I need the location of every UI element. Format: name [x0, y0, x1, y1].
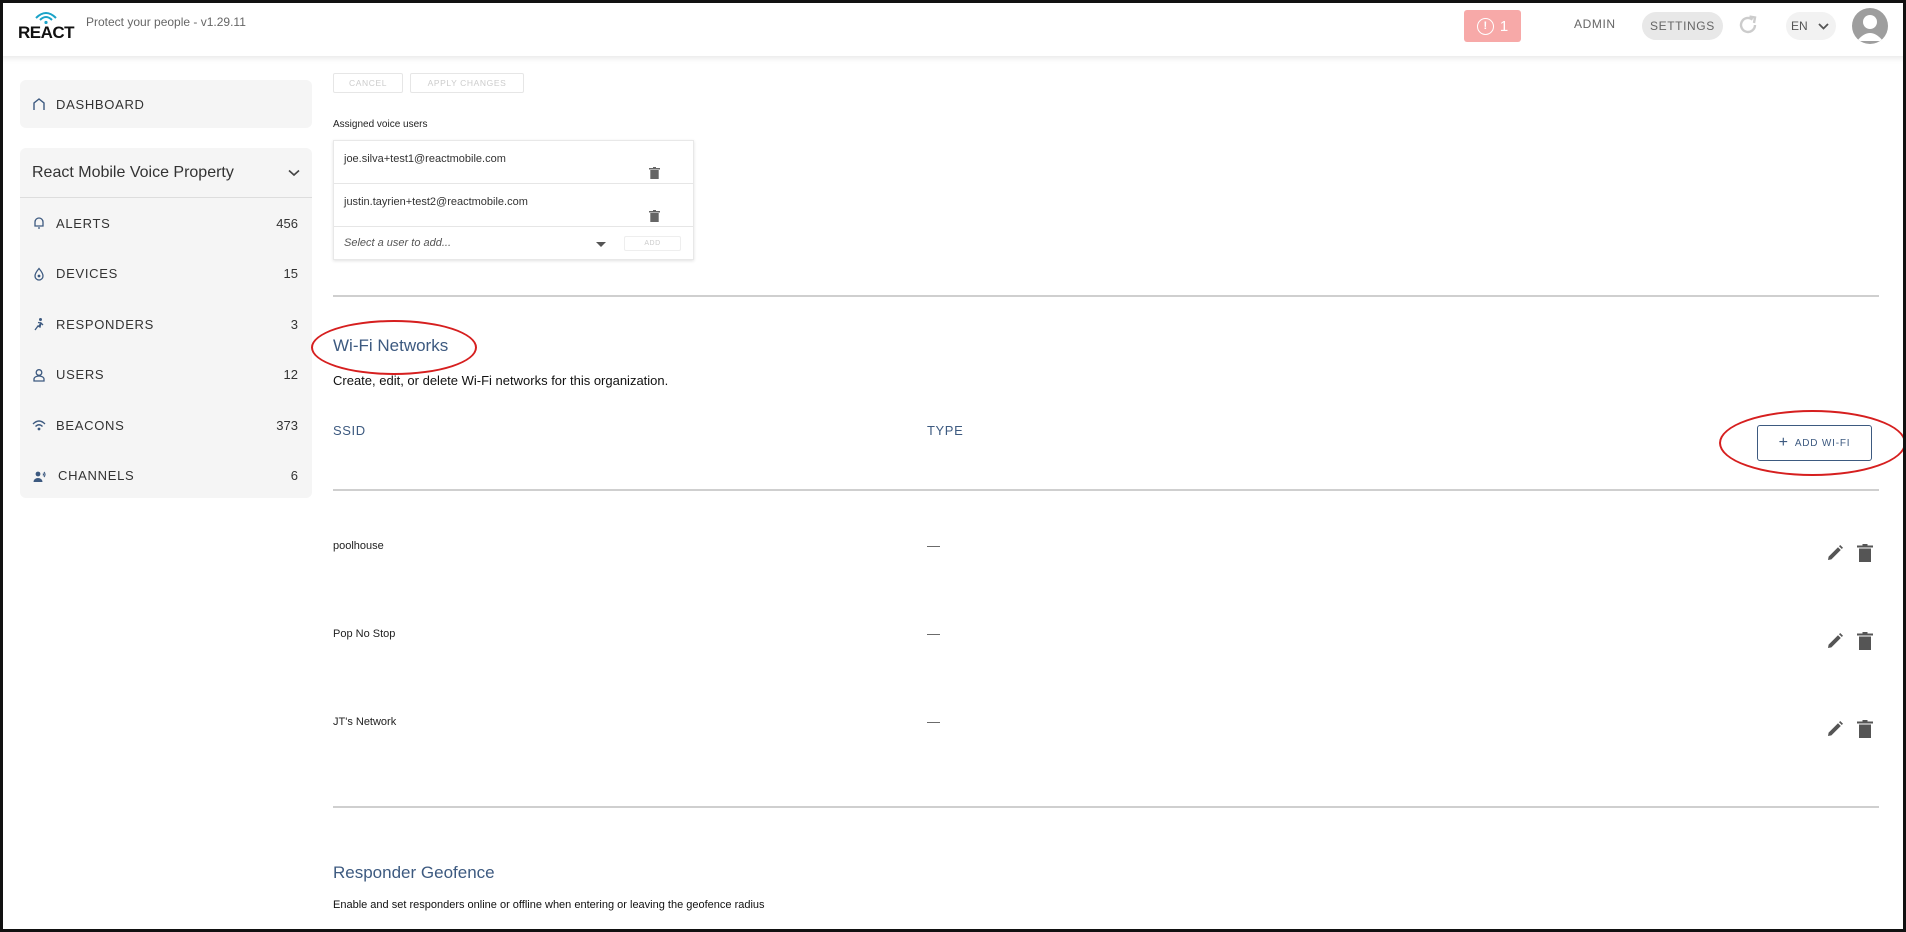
language-code: EN	[1791, 19, 1808, 33]
sidebar-item-count: 15	[283, 266, 298, 282]
property-name: React Mobile Voice Property	[32, 163, 234, 181]
wifi-section-description: Create, edit, or delete Wi-Fi networks f…	[333, 373, 669, 388]
trash-icon[interactable]	[1857, 544, 1873, 562]
sidebar-item-label: USERS	[56, 367, 105, 383]
divider	[333, 806, 1879, 808]
beacon-icon	[32, 420, 46, 431]
sidebar-item-label: DASHBOARD	[56, 96, 145, 112]
channel-icon	[33, 471, 46, 482]
wifi-ssid: poolhouse	[333, 540, 384, 552]
sidebar-item-count: 456	[276, 215, 298, 231]
list-item: justin.tayrien+test2@reactmobile.com	[334, 184, 693, 227]
add-wifi-label: ADD WI-FI	[1794, 437, 1851, 449]
sidebar-item-label: CHANNELS	[58, 468, 135, 484]
wifi-ssid: JT's Network	[333, 716, 397, 728]
edit-icon[interactable]	[1826, 720, 1844, 738]
select-user-placeholder: Select a user to add...	[344, 237, 452, 249]
table-row: Pop No Stop —	[333, 626, 1879, 688]
assigned-voice-users-title: Assigned voice users	[333, 119, 428, 130]
column-header-ssid: SSID	[333, 423, 366, 438]
device-icon	[34, 267, 44, 281]
alert-icon: !	[1476, 17, 1494, 35]
sidebar-item-count: 12	[283, 367, 298, 383]
app-tagline: Protect your people - v1.29.11	[86, 15, 246, 29]
column-header-type: TYPE	[927, 423, 964, 438]
active-alerts-badge[interactable]: ! 1	[1464, 10, 1521, 42]
voice-user-email: justin.tayrien+test2@reactmobile.com	[344, 196, 528, 208]
add-user-select[interactable]: Select a user to add... ADD	[334, 227, 693, 260]
refresh-icon[interactable]	[1736, 13, 1760, 37]
geofence-section-description: Enable and set responders online or offl…	[333, 899, 765, 911]
sidebar-item-devices[interactable]: DEVICES 15	[20, 249, 312, 300]
top-bar: REACT Protect your people - v1.29.11 ! 1…	[0, 0, 1906, 56]
caret-down-icon	[596, 242, 606, 247]
language-selector[interactable]: EN	[1786, 12, 1836, 40]
home-icon	[33, 98, 45, 110]
table-row: JT's Network —	[333, 714, 1879, 776]
property-card: React Mobile Voice Property ALERTS 456 D…	[20, 148, 312, 498]
sidebar-item-label: ALERTS	[56, 215, 111, 231]
settings-content: CANCEL APPLY CHANGES Assigned voice user…	[333, 56, 1879, 932]
divider	[333, 489, 1879, 491]
wifi-section-title: Wi-Fi Networks	[333, 336, 449, 355]
table-row: poolhouse —	[333, 538, 1879, 600]
avatar[interactable]	[1852, 8, 1888, 44]
sidebar-item-channels[interactable]: CHANNELS 6	[20, 451, 312, 502]
wifi-type: —	[927, 714, 940, 729]
sidebar-item-label: RESPONDERS	[56, 316, 155, 332]
brand-name: REACT	[18, 23, 75, 42]
wifi-type: —	[927, 626, 940, 641]
alert-count: 1	[1499, 17, 1509, 35]
sidebar-item-label: DEVICES	[56, 266, 118, 282]
trash-icon[interactable]	[1857, 632, 1873, 650]
wifi-signal-icon	[35, 12, 57, 24]
sidebar-item-dashboard[interactable]: DASHBOARD	[20, 80, 312, 128]
trash-icon[interactable]	[649, 210, 660, 222]
add-wifi-button[interactable]: + ADD WI-FI	[1757, 425, 1872, 461]
react-logo[interactable]: REACT	[18, 10, 75, 42]
add-user-button[interactable]: ADD	[624, 236, 681, 251]
divider	[333, 295, 1879, 297]
wifi-ssid: Pop No Stop	[333, 628, 396, 640]
edit-icon[interactable]	[1826, 544, 1844, 562]
bell-icon	[34, 217, 44, 229]
trash-icon[interactable]	[649, 167, 660, 179]
chevron-down-icon	[288, 169, 300, 176]
settings-link[interactable]: SETTINGS	[1642, 12, 1723, 40]
wifi-type: —	[927, 538, 940, 553]
sidebar-item-responders[interactable]: RESPONDERS 3	[20, 299, 312, 350]
trash-icon[interactable]	[1857, 720, 1873, 738]
user-avatar-icon	[1857, 15, 1883, 41]
sidebar-item-users[interactable]: USERS 12	[20, 350, 312, 401]
property-selector[interactable]: React Mobile Voice Property	[20, 148, 312, 198]
user-icon	[33, 368, 45, 382]
plus-icon: +	[1778, 434, 1789, 451]
apply-changes-button[interactable]: APPLY CHANGES	[410, 73, 524, 93]
admin-link[interactable]: ADMIN	[1574, 17, 1616, 31]
sidebar-item-label: BEACONS	[56, 417, 125, 433]
runner-icon	[34, 318, 44, 331]
list-item: joe.silva+test1@reactmobile.com	[334, 141, 693, 184]
sidebar-item-beacons[interactable]: BEACONS 373	[20, 400, 312, 451]
geofence-section-title: Responder Geofence	[333, 863, 495, 882]
voice-users-list: joe.silva+test1@reactmobile.com justin.t…	[333, 140, 694, 260]
sidebar-item-count: 3	[290, 316, 298, 332]
sidebar-item-count: 6	[290, 468, 298, 484]
edit-icon[interactable]	[1826, 632, 1844, 650]
voice-user-email: joe.silva+test1@reactmobile.com	[344, 153, 506, 165]
cancel-button[interactable]: CANCEL	[333, 73, 403, 93]
sidebar-item-alerts[interactable]: ALERTS 456	[20, 198, 312, 249]
sidebar-item-count: 373	[276, 417, 298, 433]
chevron-down-icon	[1818, 22, 1829, 30]
